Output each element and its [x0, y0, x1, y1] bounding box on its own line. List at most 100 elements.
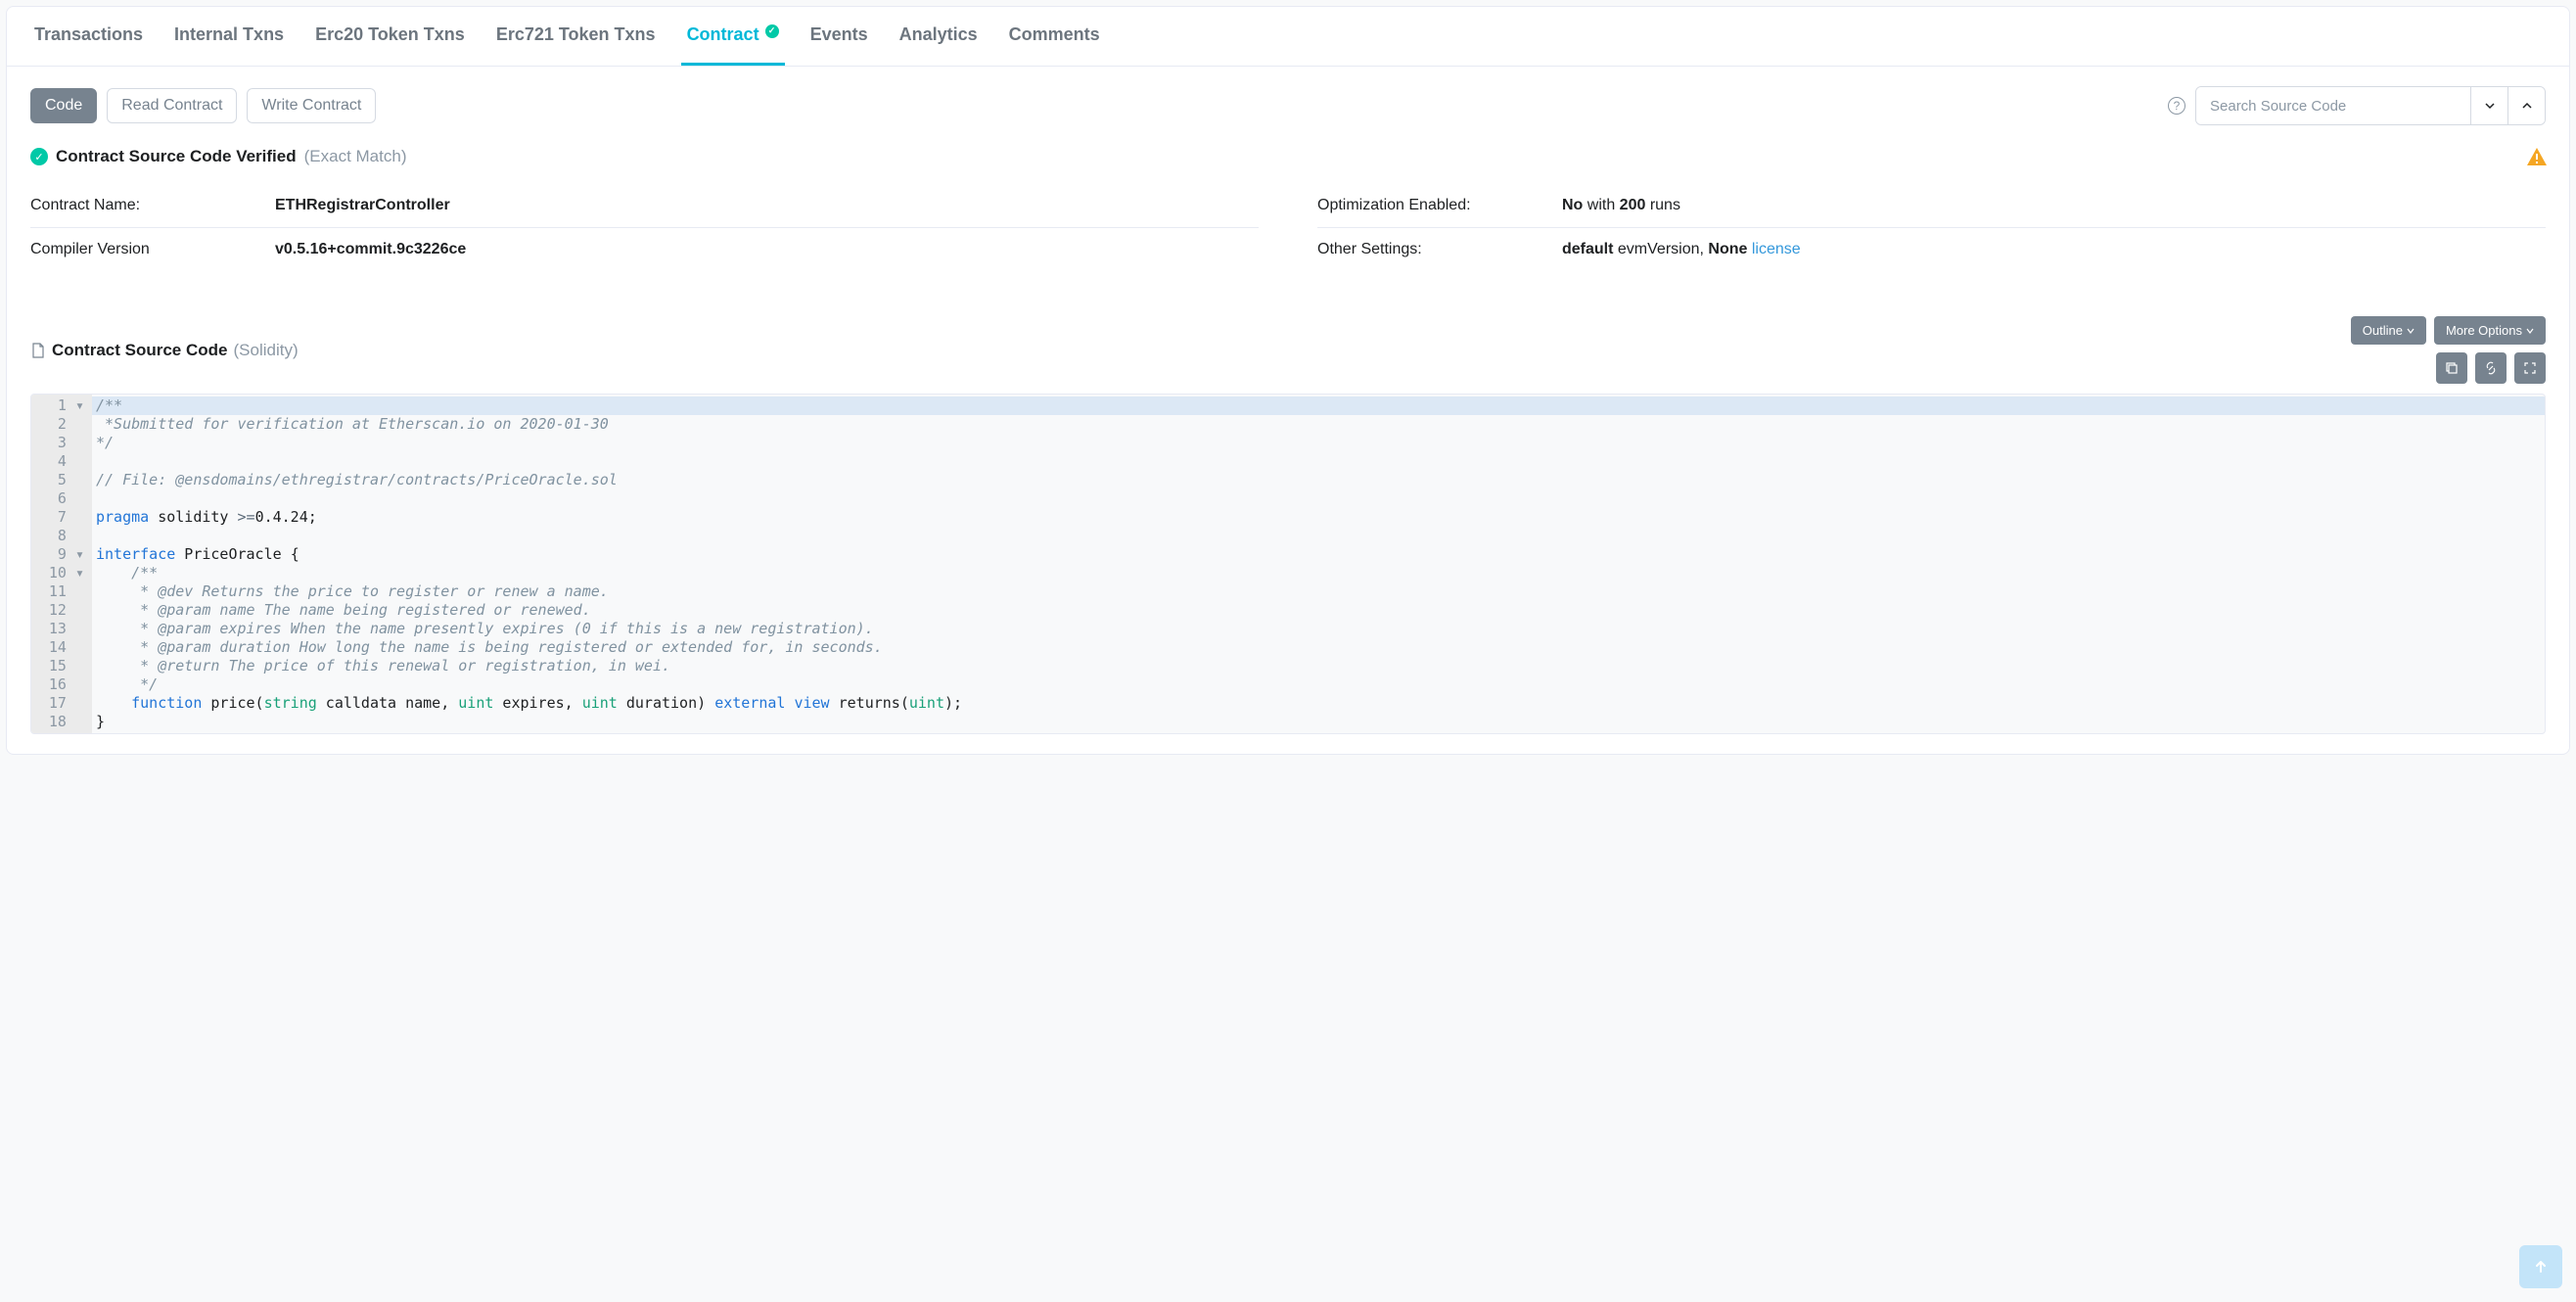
- optimization-mid: with: [1583, 197, 1619, 213]
- scroll-to-top-button[interactable]: [2519, 1245, 2562, 1288]
- optimization-label: Optimization Enabled:: [1317, 197, 1562, 214]
- subtab-group: Code Read Contract Write Contract: [30, 88, 376, 123]
- contract-panel: Code Read Contract Write Contract ?: [7, 67, 2569, 754]
- copy-button[interactable]: [2436, 352, 2467, 384]
- permalink-button[interactable]: [2475, 352, 2507, 384]
- code-l7b: solidity: [149, 508, 237, 526]
- source-actions: Outline More Options: [2351, 316, 2546, 384]
- info-row-compiler: Compiler Version v0.5.16+commit.9c3226ce: [30, 228, 1259, 271]
- code-line-16: */: [96, 675, 158, 693]
- license-link[interactable]: license: [1752, 241, 1801, 257]
- code-editor[interactable]: 1 ▾ 2 3 4 5 6 7 8 9 ▾ 10 ▾ 11 12 13 14 1…: [30, 394, 2546, 734]
- contract-name-value: ETHRegistrarController: [275, 197, 450, 213]
- search-prev-button[interactable]: [2507, 87, 2545, 124]
- search-next-button[interactable]: [2470, 87, 2507, 124]
- code-line-5: // File: @ensdomains/ethregistrar/contra…: [96, 471, 618, 488]
- code-l17a: [96, 694, 131, 712]
- code-l17f: uint: [458, 694, 493, 712]
- tab-bar: Transactions Internal Txns Erc20 Token T…: [7, 7, 2569, 67]
- info-row-optimization: Optimization Enabled: No with 200 runs: [1317, 184, 2546, 228]
- other-evm: evmVersion,: [1613, 241, 1708, 257]
- other-none: None: [1708, 241, 1747, 257]
- subtab-code[interactable]: Code: [30, 88, 97, 123]
- tab-contract-label: Contract: [687, 24, 759, 45]
- code-line-11: * @dev Returns the price to register or …: [96, 582, 609, 600]
- file-icon: [30, 343, 46, 358]
- code-line-3: */: [96, 434, 114, 451]
- subtab-read-contract[interactable]: Read Contract: [107, 88, 237, 123]
- caret-down-icon: [2526, 327, 2534, 335]
- fullscreen-button[interactable]: [2514, 352, 2546, 384]
- outline-button[interactable]: Outline: [2351, 316, 2426, 345]
- verified-check-icon: ✓: [765, 24, 779, 38]
- tab-erc20-token-txns[interactable]: Erc20 Token Txns: [309, 7, 471, 66]
- code-line-2: *Submitted for verification at Etherscan…: [96, 415, 609, 433]
- code-l7c: >=: [238, 508, 255, 526]
- optimization-prefix: No: [1562, 197, 1583, 213]
- check-circle-icon: ✓: [30, 148, 48, 165]
- verified-subtitle: (Exact Match): [304, 147, 407, 166]
- outline-label: Outline: [2363, 323, 2403, 338]
- arrow-up-icon: [2533, 1259, 2549, 1275]
- code-l17e: calldata name,: [317, 694, 459, 712]
- code-line-1: /**: [92, 396, 2545, 415]
- more-options-button[interactable]: More Options: [2434, 316, 2546, 345]
- code-line-18: }: [96, 713, 105, 730]
- subtab-row: Code Read Contract Write Contract ?: [30, 86, 2546, 125]
- other-settings-label: Other Settings:: [1317, 241, 1562, 258]
- contract-name-label: Contract Name:: [30, 197, 275, 214]
- code-l9b: PriceOracle: [175, 545, 290, 563]
- code-l17m: returns(: [830, 694, 909, 712]
- caret-down-icon: [2407, 327, 2415, 335]
- source-subtitle: (Solidity): [233, 341, 298, 360]
- code-l9c: {: [291, 545, 299, 563]
- source-title: Contract Source Code: [52, 341, 227, 360]
- other-settings-value: default evmVersion, None license: [1562, 241, 2546, 258]
- chevron-down-icon: [2485, 101, 2495, 111]
- code-l17c: price(: [202, 694, 263, 712]
- verified-title: Contract Source Code Verified: [56, 147, 297, 166]
- code-body: /** *Submitted for verification at Ether…: [92, 395, 2545, 733]
- optimization-suffix: runs: [1645, 197, 1680, 213]
- content-card: Transactions Internal Txns Erc20 Token T…: [6, 6, 2570, 755]
- verified-left: ✓ Contract Source Code Verified (Exact M…: [30, 147, 406, 166]
- code-l17d: string: [264, 694, 317, 712]
- code-line-14: * @param duration How long the name is b…: [96, 638, 883, 656]
- code-l7d: 0.4.24: [255, 508, 308, 526]
- code-l17j: external: [714, 694, 785, 712]
- code-l17b: function: [131, 694, 202, 712]
- code-l17g: expires,: [493, 694, 581, 712]
- tab-internal-txns[interactable]: Internal Txns: [168, 7, 290, 66]
- code-l17o: );: [944, 694, 962, 712]
- code-line-10: /**: [96, 564, 158, 581]
- more-options-label: More Options: [2446, 323, 2522, 338]
- tab-contract[interactable]: Contract ✓: [681, 7, 785, 66]
- code-l7e: ;: [308, 508, 317, 526]
- help-icon[interactable]: ?: [2168, 97, 2185, 115]
- info-col-left: Contract Name: ETHRegistrarController Co…: [30, 184, 1259, 271]
- verified-row: ✓ Contract Source Code Verified (Exact M…: [30, 147, 2546, 166]
- search-wrap: [2195, 86, 2546, 125]
- subtab-write-contract[interactable]: Write Contract: [247, 88, 376, 123]
- tab-comments[interactable]: Comments: [1003, 7, 1106, 66]
- code-l17n: uint: [909, 694, 944, 712]
- tab-events[interactable]: Events: [805, 7, 874, 66]
- tab-erc721-token-txns[interactable]: Erc721 Token Txns: [490, 7, 662, 66]
- optimization-runs: 200: [1620, 197, 1646, 213]
- code-gutter: 1 ▾ 2 3 4 5 6 7 8 9 ▾ 10 ▾ 11 12 13 14 1…: [31, 395, 92, 733]
- copy-icon: [2445, 361, 2459, 375]
- source-header: Contract Source Code (Solidity) Outline …: [30, 316, 2546, 384]
- tab-transactions[interactable]: Transactions: [28, 7, 149, 66]
- optimization-value: No with 200 runs: [1562, 197, 2546, 214]
- code-line-12: * @param name The name being registered …: [96, 601, 591, 619]
- search-source-input[interactable]: [2196, 87, 2470, 124]
- code-l17i: duration): [618, 694, 714, 712]
- chevron-up-icon: [2522, 101, 2532, 111]
- code-line-13: * @param expires When the name presently…: [96, 620, 874, 637]
- info-row-other-settings: Other Settings: default evmVersion, None…: [1317, 228, 2546, 271]
- action-row-bottom: [2436, 352, 2546, 384]
- code-l17l: view: [794, 694, 829, 712]
- info-row-contract-name: Contract Name: ETHRegistrarController: [30, 184, 1259, 228]
- tab-analytics[interactable]: Analytics: [894, 7, 984, 66]
- warning-icon[interactable]: [2526, 147, 2546, 166]
